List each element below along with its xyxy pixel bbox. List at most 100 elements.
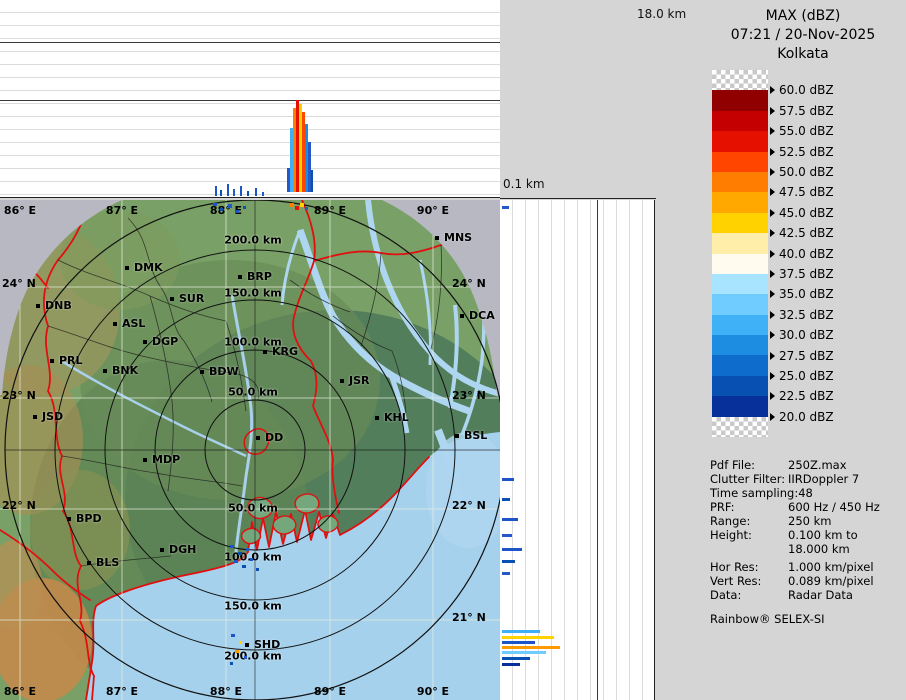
latitude-label: 23° N [2, 389, 36, 402]
scale-tick-arrow-icon [770, 352, 775, 360]
dbz-scale-label-text: 57.5 dBZ [779, 104, 834, 118]
dbz-scale-label-text: 45.0 dBZ [779, 206, 834, 220]
dbz-scale-label-text: 30.0 dBZ [779, 328, 834, 342]
height-gridline-upper [0, 42, 500, 43]
city-marker [113, 322, 117, 326]
scale-tick-arrow-icon [770, 250, 775, 258]
radar-echo [502, 657, 530, 660]
scale-tick-arrow-icon [770, 168, 775, 176]
info-value: 250 km [788, 514, 831, 528]
city-marker [160, 548, 164, 552]
dbz-scale-label-text: 25.0 dBZ [779, 369, 834, 383]
dbz-scale-label-text: 55.0 dBZ [779, 124, 834, 138]
latitude-label: 24° N [452, 277, 486, 290]
dbz-color-band [712, 355, 768, 375]
scale-tick-arrow-icon [770, 148, 775, 156]
city-marker [238, 275, 242, 279]
dbz-scale-label: 45.0 dBZ [770, 206, 834, 220]
dbz-scale-label-text: 37.5 dBZ [779, 267, 834, 281]
dbz-scale-label-text: 42.5 dBZ [779, 226, 834, 240]
city-marker [67, 517, 71, 521]
city-marker [103, 369, 107, 373]
range-ring-label: 200.0 km [224, 234, 281, 247]
dbz-scale-label: 60.0 dBZ [770, 83, 834, 97]
legend-header: MAX (dBZ) 07:21 / 20-Nov-2025 Kolkata [700, 7, 906, 64]
radar-echo [502, 534, 512, 537]
latitude-label: 24° N [2, 277, 36, 290]
dbz-scale-label: 52.5 dBZ [770, 145, 834, 159]
city-marker [50, 359, 54, 363]
radar-echo [247, 191, 249, 196]
city-label: SHD [254, 638, 280, 651]
radar-echo [242, 565, 246, 568]
radar-echo [228, 204, 232, 208]
scale-tick-arrow-icon [770, 331, 775, 339]
info-row: Time sampling:48 [710, 486, 902, 500]
dbz-scale-label: 25.0 dBZ [770, 369, 834, 383]
dbz-scale-label-text: 32.5 dBZ [779, 308, 834, 322]
city-marker [200, 370, 204, 374]
dbz-color-band [712, 233, 768, 253]
radar-echo [233, 189, 235, 196]
city-marker [340, 379, 344, 383]
radar-echo [250, 558, 253, 561]
dbz-scale-label: 32.5 dBZ [770, 308, 834, 322]
radar-echo [220, 208, 223, 211]
info-row: Height:0.100 km to [710, 528, 902, 542]
radar-echo [239, 641, 242, 644]
radar-echo [230, 662, 233, 665]
radar-echo [502, 572, 510, 575]
info-row: Range:250 km [710, 514, 902, 528]
city-label: JSD [42, 410, 63, 423]
city-marker [256, 436, 260, 440]
latitude-label: 23° N [452, 389, 486, 402]
info-row: Clutter Filter:IIRDoppler 7 [710, 472, 902, 486]
city-marker [435, 236, 439, 240]
height-gridline-mid [0, 100, 500, 101]
radar-echo [300, 203, 304, 207]
legend-panel: MAX (dBZ) 07:21 / 20-Nov-2025 Kolkata 60… [660, 0, 906, 700]
info-row: Data:Radar Data [710, 588, 902, 602]
dbz-scale-label-text: 52.5 dBZ [779, 145, 834, 159]
city-label: BLS [96, 556, 119, 569]
dbz-color-band [712, 376, 768, 396]
dbz-scale-label: 57.5 dBZ [770, 104, 834, 118]
dbz-scale-label: 55.0 dBZ [770, 124, 834, 138]
city-label: DCA [469, 309, 495, 322]
radar-echo [502, 663, 520, 666]
info-label: Clutter Filter: [710, 472, 788, 486]
dbz-scale-label: 30.0 dBZ [770, 328, 834, 342]
range-ring-label: 100.0 km [224, 551, 281, 564]
dbz-scale-label: 42.5 dBZ [770, 226, 834, 240]
latitude-label: 22° N [2, 499, 36, 512]
dbz-scale-label: 35.0 dBZ [770, 287, 834, 301]
software-brand: Rainbow® SELEX-SI [710, 612, 825, 626]
station-name: Kolkata [700, 45, 906, 64]
radar-echo [295, 206, 299, 210]
info-label: Vert Res: [710, 574, 788, 588]
city-label: ASL [122, 317, 145, 330]
longitude-label: 89° E [314, 204, 346, 217]
dbz-scale-label: 47.5 dBZ [770, 185, 834, 199]
dbz-color-band [712, 172, 768, 192]
dbz-scale-label: 40.0 dBZ [770, 247, 834, 261]
dbz-scale-label-text: 20.0 dBZ [779, 410, 834, 424]
dbz-scale-label-text: 22.5 dBZ [779, 389, 834, 403]
range-ring-label: 150.0 km [224, 287, 281, 300]
radar-echo [244, 656, 247, 659]
range-ring-label: 50.0 km [228, 502, 278, 515]
scale-tick-arrow-icon [770, 290, 775, 298]
radar-echo [502, 651, 546, 654]
info-label: Data: [710, 588, 788, 602]
radar-echo [231, 634, 235, 637]
dbz-color-band [712, 274, 768, 294]
radar-echo [246, 548, 249, 551]
city-marker [87, 561, 91, 565]
dbz-color-band [712, 335, 768, 355]
scale-tick-arrow-icon [770, 127, 775, 135]
radar-map: 200.0 km150.0 km100.0 km50.0 km50.0 km10… [0, 200, 500, 700]
longitude-label: 86° E [4, 204, 36, 217]
latitude-label: 21° N [452, 611, 486, 624]
city-marker [245, 643, 249, 647]
height-gridline-right-mid [597, 200, 598, 700]
